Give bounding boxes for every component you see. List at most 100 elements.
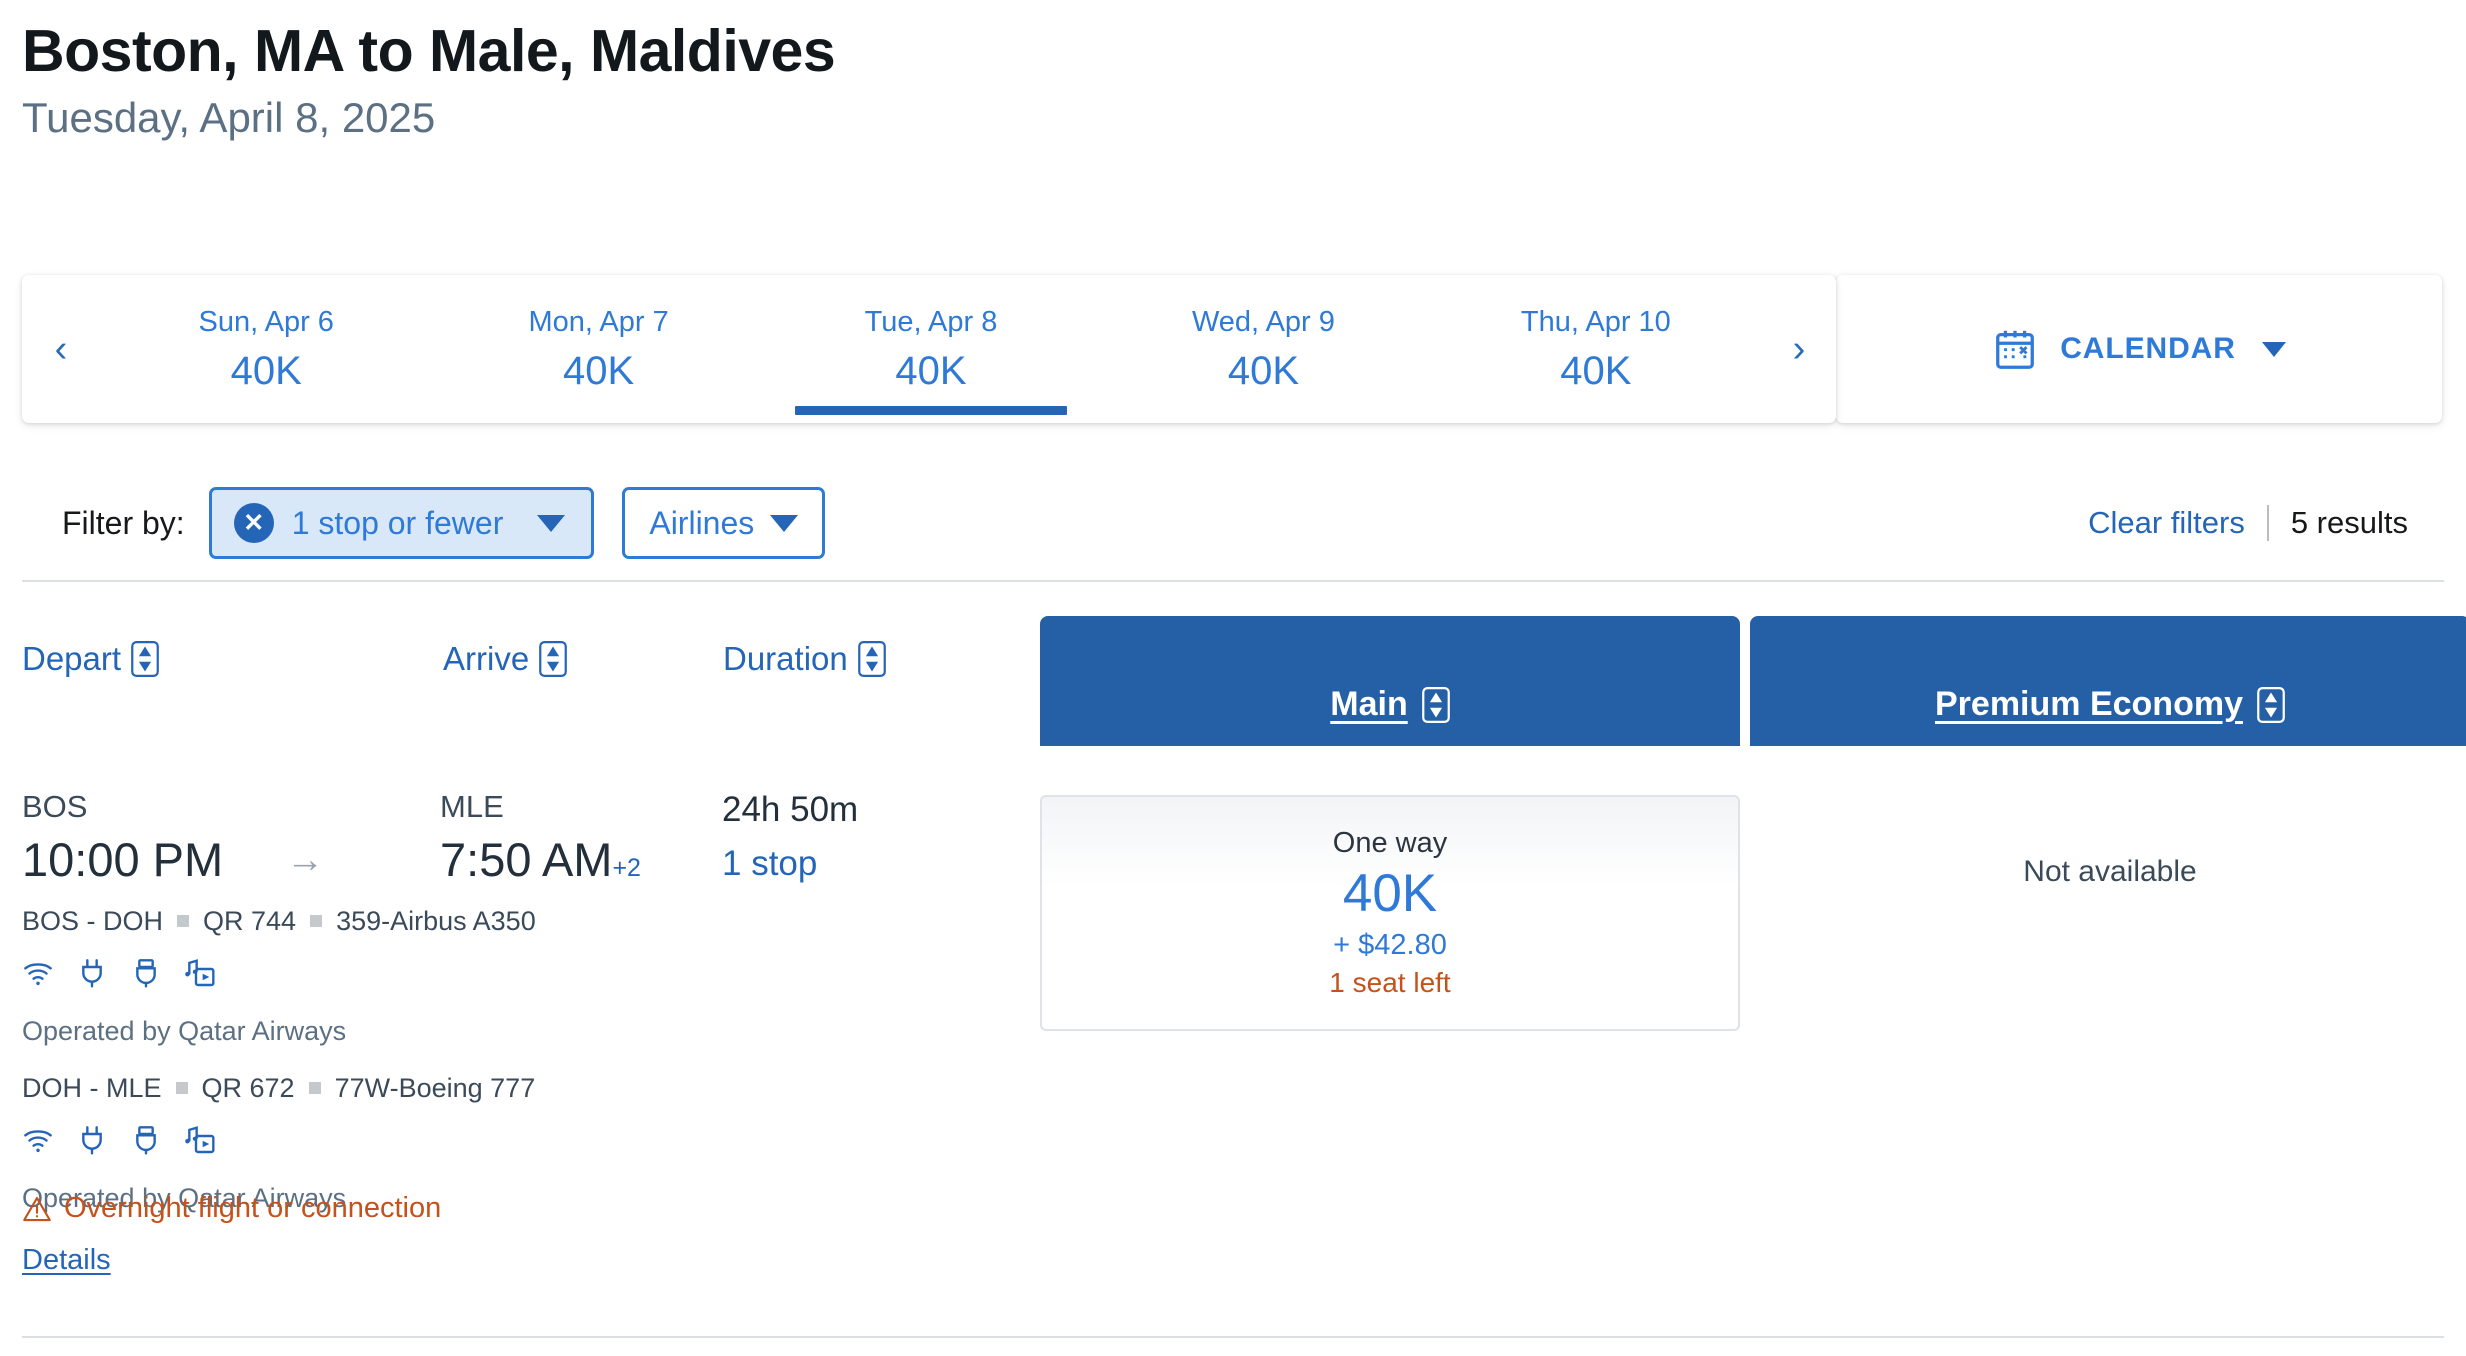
filter-chip-label: 1 stop or fewer [291, 504, 504, 541]
date-price: 40K [1560, 348, 1632, 393]
calendar-button-label: CALENDAR [2060, 332, 2236, 365]
airlines-button-label: Airlines [649, 504, 755, 541]
depart-time: 10:00 PM [22, 833, 224, 887]
sort-updown-icon[interactable] [2257, 686, 2285, 723]
sort-updown-icon[interactable] [857, 641, 886, 677]
date-label: Tue, Apr 8 [864, 306, 998, 339]
sort-updown-icon[interactable] [1421, 686, 1450, 723]
fare-class-label-main: Main [1330, 685, 1408, 723]
segment-aircraft: 77W-Boeing 777 [334, 1072, 536, 1103]
duration-cell: 24h 50m 1 stop [722, 790, 858, 884]
arrive-day-offset: +2 [612, 854, 641, 883]
fare-class-header-main[interactable]: Main [1040, 616, 1740, 746]
flight-results-page: Boston, MA to Male, Maldives Tuesday, Ap… [0, 0, 2466, 1356]
divider-row-bottom [22, 1336, 2444, 1338]
details-link[interactable]: Details [22, 1244, 111, 1277]
wifi-icon [22, 957, 54, 989]
divider [2266, 505, 2269, 541]
entertainment-icon [184, 1124, 216, 1156]
fare-class-header-premium-economy[interactable]: Premium Economy [1750, 616, 2466, 746]
warning-triangle-icon [22, 1194, 52, 1224]
stops-link[interactable]: 1 stop [722, 844, 858, 884]
divider-top [22, 580, 2444, 582]
power-outlet-icon [76, 1124, 108, 1156]
segment-amenities [22, 1124, 1022, 1156]
column-header-duration-label: Duration [723, 640, 848, 677]
column-header-arrive[interactable]: Arrive [443, 640, 568, 678]
sort-updown-icon[interactable] [539, 641, 568, 677]
chevron-down-icon [2261, 341, 2286, 357]
separator-dot-icon [310, 915, 323, 928]
separator-dot-icon [177, 915, 190, 928]
date-option-wed-apr-9[interactable]: Wed, Apr 9 40K [1097, 275, 1429, 423]
segment-summary: DOH - MLE QR 672 77W-Boeing 777 [22, 1072, 1022, 1104]
flight-segments: BOS - DOH QR 744 359-Airbus A350 Operate… [22, 905, 1022, 1215]
depart-airport-code: BOS [22, 789, 88, 824]
segment-operator: Operated by Qatar Airways [22, 1016, 347, 1047]
arrive-time: 7:50 AM [440, 833, 613, 887]
flight-segment-1: BOS - DOH QR 744 359-Airbus A350 Operate… [22, 905, 1022, 1048]
calendar-button[interactable]: CALENDAR [1836, 275, 2442, 423]
separator-dot-icon [308, 1081, 321, 1094]
date-strip: ‹ Sun, Apr 6 40K Mon, Apr 7 40K Tue, Apr… [22, 275, 1836, 423]
flight-duration: 24h 50m [722, 790, 859, 829]
segment-flight-number: QR 744 [203, 906, 297, 936]
page-title: Boston, MA to Male, Maldives [22, 18, 836, 84]
date-option-sun-apr-6[interactable]: Sun, Apr 6 40K [100, 275, 432, 423]
fare-taxes: + $42.80 [1333, 929, 1447, 962]
column-header-depart[interactable]: Depart [22, 640, 159, 678]
date-label: Thu, Apr 10 [1520, 306, 1671, 339]
date-option-mon-apr-7[interactable]: Mon, Apr 7 40K [432, 275, 764, 423]
filter-bar: Filter by: ✕ 1 stop or fewer Airlines Cl… [0, 468, 2466, 578]
results-count: 5 results [2290, 505, 2408, 540]
page-subtitle-date: Tuesday, April 8, 2025 [22, 94, 436, 142]
arrive-airport-code: MLE [440, 789, 504, 824]
separator-dot-icon [175, 1081, 188, 1094]
filter-button-airlines[interactable]: Airlines [622, 487, 826, 559]
date-selector-bar: ‹ Sun, Apr 6 40K Mon, Apr 7 40K Tue, Apr… [22, 275, 2442, 423]
usb-port-icon [130, 957, 162, 989]
column-headers: Depart Arrive Duration [0, 632, 1040, 692]
date-price: 40K [563, 348, 635, 393]
arrive-cell: MLE 7:50 AM +2 [440, 789, 641, 887]
fare-seats-left: 1 seat left [1329, 967, 1451, 999]
depart-cell: BOS 10:00 PM → [22, 789, 348, 887]
fare-miles: 40K [1342, 863, 1438, 923]
segment-aircraft: 359-Airbus A350 [336, 906, 536, 936]
close-circle-icon[interactable]: ✕ [233, 503, 274, 543]
wifi-icon [22, 1124, 54, 1156]
date-price: 40K [230, 348, 302, 393]
segment-summary: BOS - DOH QR 744 359-Airbus A350 [22, 905, 1022, 937]
segment-amenities [22, 957, 1022, 989]
segment-flight-number: QR 672 [201, 1072, 295, 1103]
sort-updown-icon[interactable] [131, 641, 159, 677]
overnight-warning-text: Overnight flight or connection [64, 1192, 442, 1224]
fare-class-label-premium-economy: Premium Economy [1935, 685, 2243, 723]
date-option-tue-apr-8[interactable]: Tue, Apr 8 40K [765, 275, 1097, 423]
fare-card-main[interactable]: One way 40K + $42.80 1 seat left [1040, 795, 1740, 1031]
date-day-list: Sun, Apr 6 40K Mon, Apr 7 40K Tue, Apr 8… [100, 275, 1762, 423]
filter-actions: Clear filters 5 results [2088, 505, 2408, 541]
column-header-duration[interactable]: Duration [723, 640, 886, 678]
date-label: Sun, Apr 6 [198, 306, 334, 339]
date-option-thu-apr-10[interactable]: Thu, Apr 10 40K [1430, 275, 1762, 423]
date-price: 40K [895, 348, 967, 393]
fare-premium-economy-unavailable: Not available [2023, 855, 2197, 888]
overnight-warning: Overnight flight or connection [22, 1192, 441, 1225]
chevron-down-icon [770, 514, 799, 532]
fare-trip-type: One way [1332, 826, 1448, 859]
filter-by-label: Filter by: [62, 504, 185, 541]
segment-route: DOH - MLE [22, 1072, 162, 1103]
power-outlet-icon [76, 957, 108, 989]
usb-port-icon [130, 1124, 162, 1156]
date-label: Wed, Apr 9 [1191, 306, 1335, 339]
clear-filters-link[interactable]: Clear filters [2088, 505, 2245, 541]
prev-dates-button[interactable]: ‹ [22, 275, 100, 423]
filter-chip-stops[interactable]: ✕ 1 stop or fewer [208, 487, 595, 559]
page-header: Boston, MA to Male, Maldives Tuesday, Ap… [0, 0, 2466, 142]
next-dates-button[interactable]: › [1762, 275, 1836, 423]
arrow-right-icon: → [286, 838, 324, 881]
date-label: Mon, Apr 7 [528, 306, 669, 339]
chevron-down-icon [537, 514, 566, 532]
column-header-arrive-label: Arrive [443, 640, 530, 677]
